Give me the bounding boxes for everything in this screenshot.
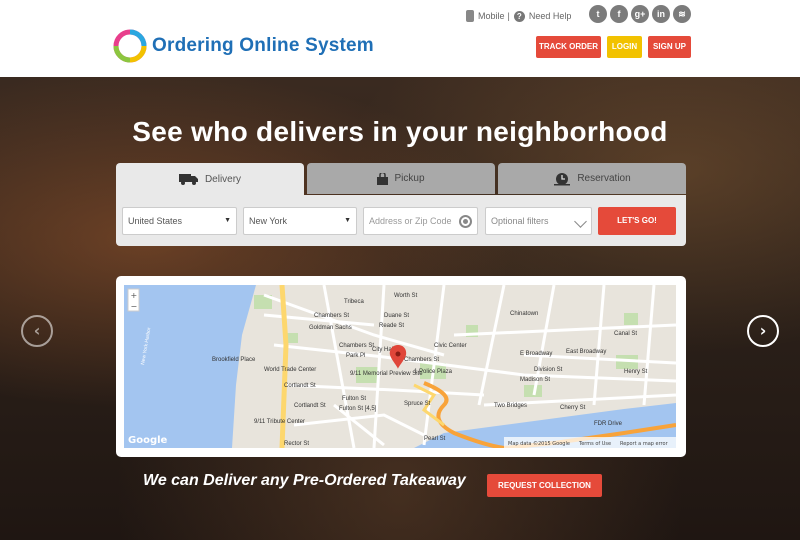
map-container: Tribeca Chambers St Goldman Sachs Worth … bbox=[116, 276, 686, 457]
filters-select[interactable]: Optional filters bbox=[485, 207, 592, 235]
zoom-out-button[interactable]: − bbox=[131, 302, 138, 311]
chevron-down-icon bbox=[574, 215, 587, 228]
map-pin-icon[interactable] bbox=[389, 345, 407, 369]
logo-text[interactable]: Ordering Online System bbox=[152, 35, 374, 57]
zoom-in-button[interactable]: + bbox=[131, 291, 138, 300]
map-label: Pearl St bbox=[424, 436, 446, 442]
hero-headline: See who delivers in your neighborhood bbox=[132, 116, 668, 147]
map-label: Brookfield Place bbox=[212, 357, 256, 363]
map-label: 1 Police Plaza bbox=[414, 369, 453, 375]
map-label: Civic Center bbox=[434, 343, 467, 349]
bag-icon bbox=[377, 172, 389, 185]
map-label: Worth St bbox=[394, 293, 418, 299]
map-label: World Trade Center bbox=[264, 367, 316, 373]
google-brand: Google bbox=[128, 435, 168, 446]
map-label: Chinatown bbox=[510, 311, 538, 317]
google-plus-icon[interactable]: g+ bbox=[631, 5, 649, 23]
map-label: 9/11 Memorial Preview Site bbox=[350, 371, 423, 377]
separator: | bbox=[507, 11, 510, 21]
map-label: Cortlandt St bbox=[294, 403, 326, 409]
map-label: Goldman Sachs bbox=[309, 325, 352, 331]
order-type-tabs: Delivery Pickup Reservation bbox=[116, 163, 686, 195]
map-report-link[interactable]: Report a map error bbox=[620, 441, 669, 447]
clock-icon bbox=[554, 172, 571, 185]
map-label: Reade St bbox=[379, 323, 404, 329]
tab-delivery[interactable]: Delivery bbox=[116, 163, 304, 195]
city-value: New York bbox=[249, 216, 288, 226]
map-label: Duane St bbox=[384, 313, 409, 319]
map-label: Cortlandt St bbox=[284, 383, 316, 389]
tab-reservation[interactable]: Reservation bbox=[498, 163, 686, 194]
rss-icon[interactable]: ≋ bbox=[673, 5, 691, 23]
map-label: Chambers St bbox=[404, 357, 439, 363]
map-label: Madison St bbox=[520, 377, 550, 383]
filters-value: Optional filters bbox=[491, 216, 549, 226]
map-label: East Broadway bbox=[566, 349, 606, 355]
map-label: Cherry St bbox=[560, 405, 586, 411]
map-label: 9/11 Tribute Center bbox=[254, 419, 305, 425]
request-collection-button[interactable]: REQUEST COLLECTION bbox=[487, 474, 602, 497]
linkedin-icon[interactable]: in bbox=[652, 5, 670, 23]
top-links: Mobile | ? Need Help bbox=[466, 8, 571, 24]
login-button[interactable]: LOGIN bbox=[607, 36, 642, 58]
tab-pickup-label: Pickup bbox=[394, 173, 425, 184]
dropdown-arrow-icon: ▼ bbox=[344, 217, 351, 224]
carousel-prev-button[interactable]: ‹ bbox=[21, 315, 53, 347]
tagline: We can Deliver any Pre-Ordered Takeaway bbox=[143, 472, 466, 489]
map-label: Park Pl bbox=[346, 353, 365, 359]
map-attribution: Map data ©2015 Google bbox=[508, 440, 570, 447]
lets-go-button[interactable]: LET'S GO! bbox=[598, 207, 676, 235]
tab-reservation-label: Reservation bbox=[577, 173, 631, 184]
twitter-icon[interactable]: t bbox=[589, 5, 607, 23]
search-form: United States ▼ New York ▼ Address or Zi… bbox=[116, 195, 686, 246]
help-icon: ? bbox=[513, 10, 525, 22]
map-label: Fulton St [4,5] bbox=[339, 406, 377, 412]
map-label: Chambers St bbox=[339, 343, 374, 349]
address-placeholder: Address or Zip Code bbox=[369, 216, 452, 226]
mobile-link[interactable]: Mobile bbox=[478, 11, 505, 21]
country-value: United States bbox=[128, 216, 183, 226]
country-select[interactable]: United States ▼ bbox=[122, 207, 237, 235]
tab-delivery-label: Delivery bbox=[204, 173, 242, 185]
map-label: E Broadway bbox=[520, 351, 552, 357]
track-order-button[interactable]: TRACK ORDER bbox=[536, 36, 601, 58]
signup-button[interactable]: SIGN UP bbox=[648, 36, 691, 58]
map-canvas: Tribeca Chambers St Goldman Sachs Worth … bbox=[124, 285, 676, 448]
map-label: FDR Drive bbox=[594, 421, 623, 427]
map-label: Canal St bbox=[614, 331, 637, 337]
truck-icon bbox=[178, 174, 198, 185]
map-label: Division St bbox=[534, 367, 563, 373]
map-label: Spruce St bbox=[404, 401, 431, 407]
map-label: Chambers St bbox=[314, 313, 349, 319]
city-select[interactable]: New York ▼ bbox=[243, 207, 357, 235]
tab-pickup[interactable]: Pickup bbox=[307, 163, 495, 194]
map-label: Rector St bbox=[284, 441, 309, 447]
map-label: Henry St bbox=[624, 369, 648, 375]
logo-icon[interactable] bbox=[113, 29, 147, 63]
facebook-icon[interactable]: f bbox=[610, 5, 628, 23]
map-label: Fulton St bbox=[342, 396, 366, 402]
mobile-icon bbox=[466, 10, 474, 22]
carousel-next-button[interactable]: › bbox=[747, 315, 779, 347]
address-input[interactable]: Address or Zip Code bbox=[363, 207, 478, 235]
map-label: Two Bridges bbox=[494, 403, 527, 409]
locate-icon[interactable] bbox=[459, 215, 472, 228]
site-header: Ordering Online System Mobile | ? Need H… bbox=[0, 0, 800, 77]
dropdown-arrow-icon: ▼ bbox=[224, 217, 231, 224]
help-link[interactable]: Need Help bbox=[529, 11, 572, 21]
map-label: Tribeca bbox=[344, 299, 364, 305]
map-terms-link[interactable]: Terms of Use bbox=[578, 441, 611, 447]
map-view[interactable]: Tribeca Chambers St Goldman Sachs Worth … bbox=[124, 285, 676, 448]
social-links: t f g+ in ≋ bbox=[589, 5, 691, 23]
